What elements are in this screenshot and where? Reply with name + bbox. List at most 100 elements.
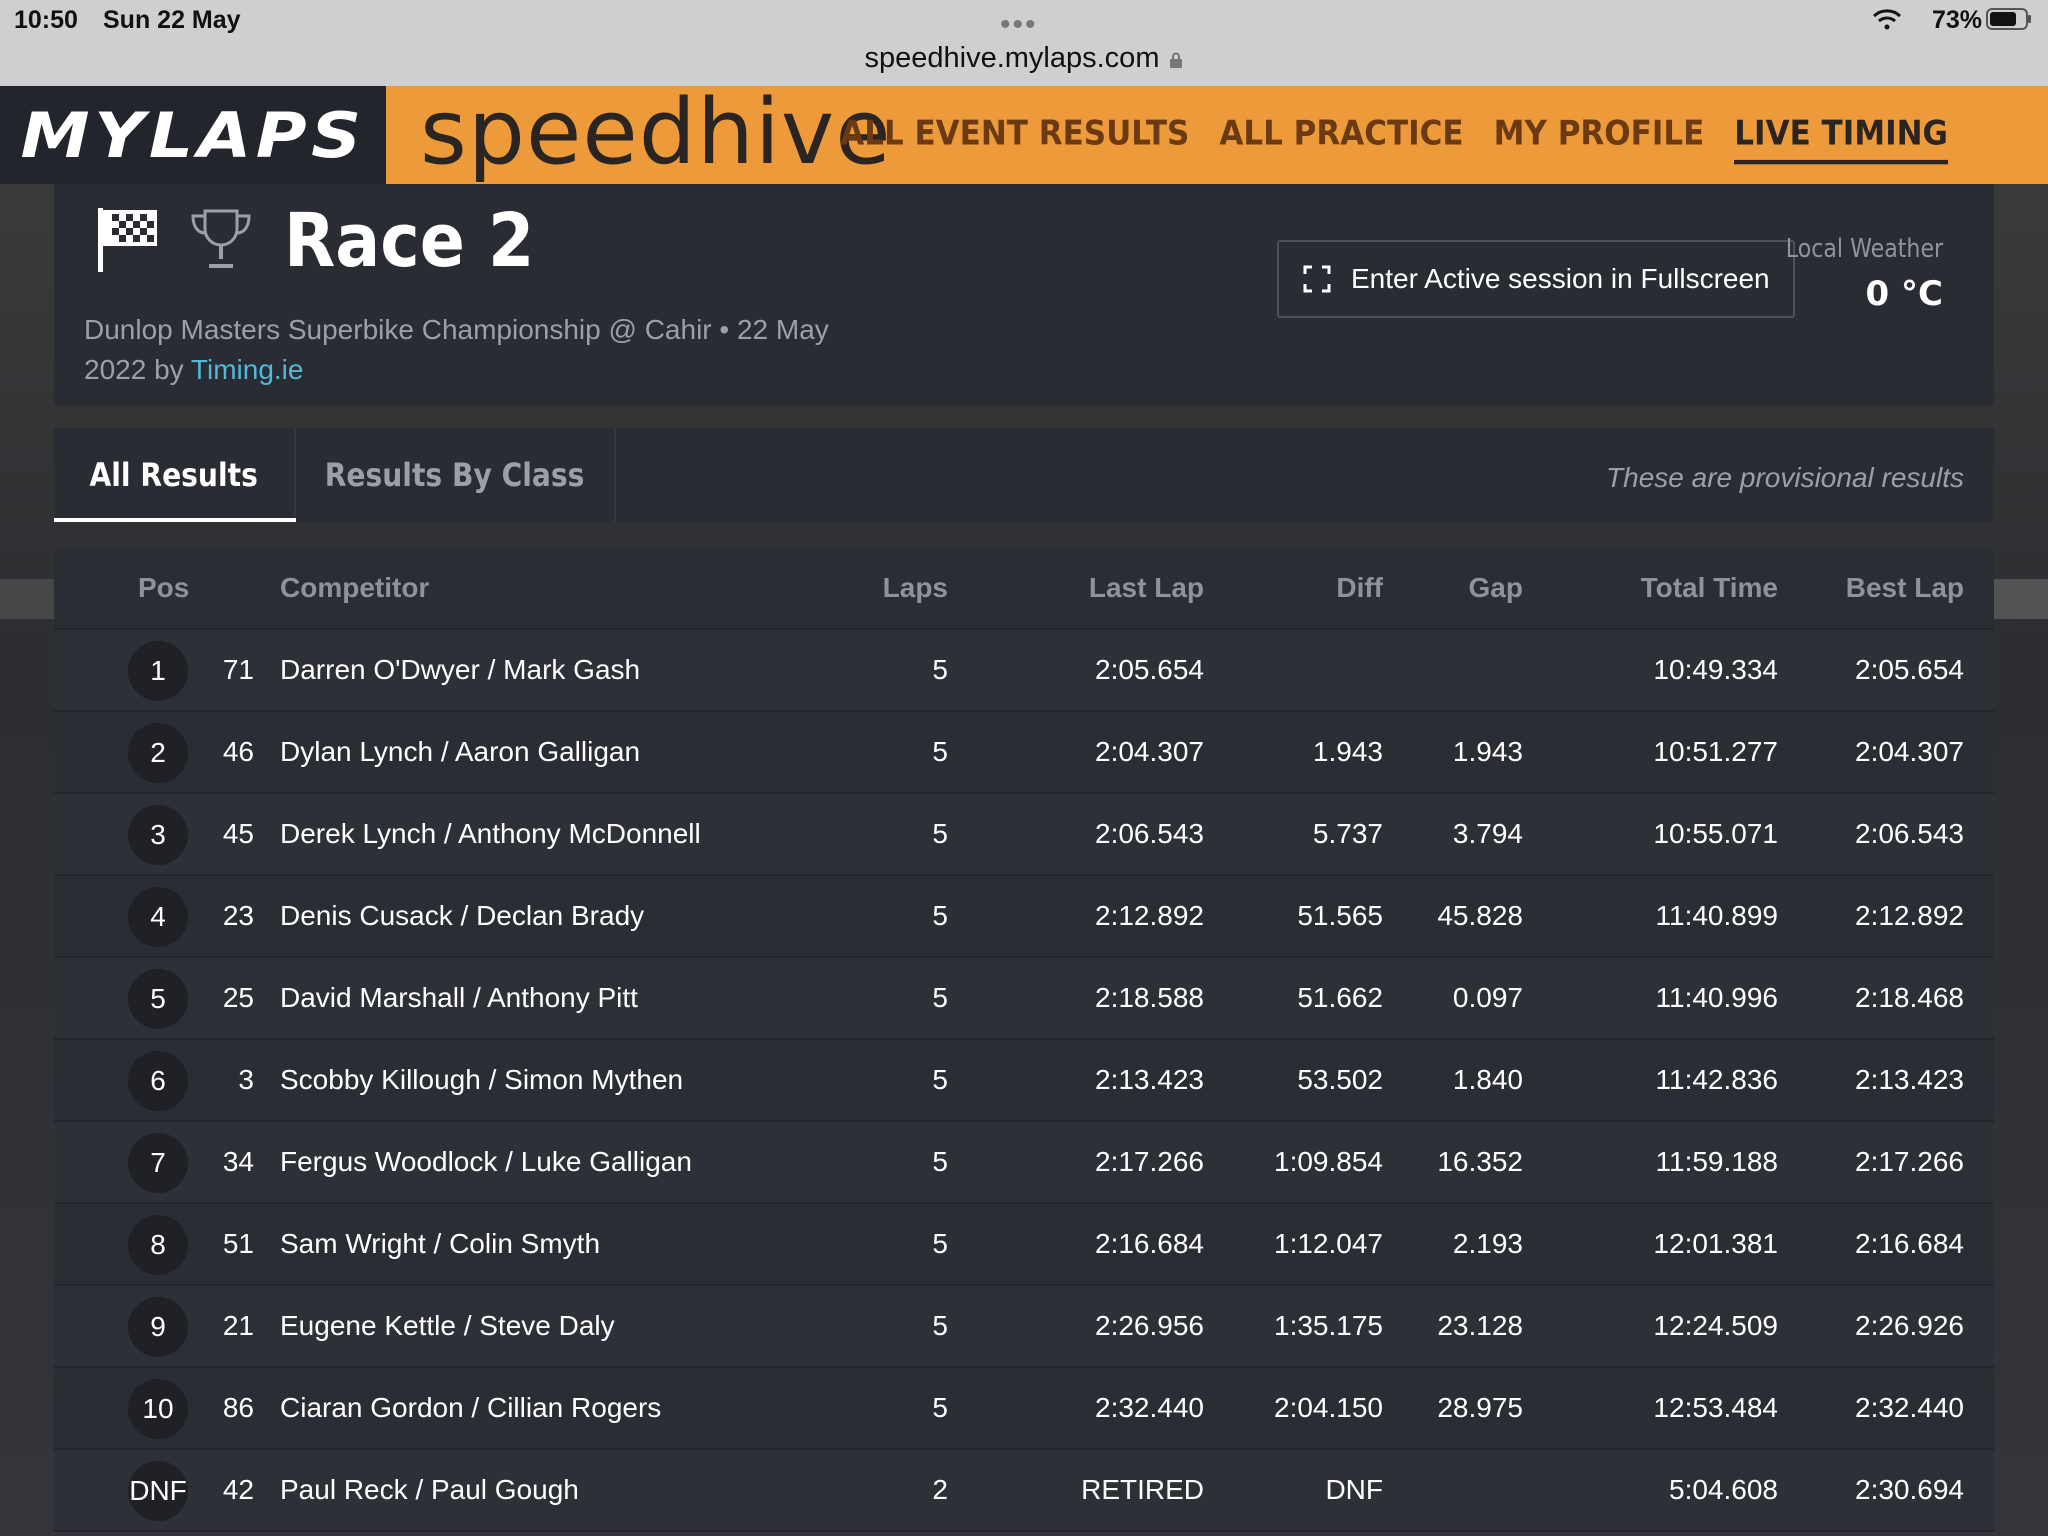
competitor-name[interactable]: Paul Reck / Paul Gough xyxy=(280,1474,579,1506)
gap-value: 45.828 xyxy=(1437,900,1523,931)
laps-value: 2 xyxy=(932,1474,948,1505)
fullscreen-button[interactable]: Enter Active session in Fullscreen xyxy=(1277,240,1795,318)
tab-all-results[interactable]: All Results xyxy=(54,428,296,522)
race-title: Race 2 xyxy=(284,198,535,284)
col-total-time[interactable]: Total Time xyxy=(1534,572,1778,604)
laps-value: 5 xyxy=(932,736,948,767)
gap-value: 1.840 xyxy=(1452,1064,1523,1095)
diff-value: 1.943 xyxy=(1312,736,1383,767)
nav-my-profile[interactable]: MY PROFILE xyxy=(1494,114,1705,165)
col-laps[interactable]: Laps xyxy=(794,572,948,604)
table-row[interactable]: 3 45 Derek Lynch / Anthony McDonnell 5 2… xyxy=(54,794,1994,876)
nav-live-timing[interactable]: LIVE TIMING xyxy=(1734,114,1948,165)
last-lap-value: 2:06.543 xyxy=(1095,818,1204,849)
last-lap-value: RETIRED xyxy=(1081,1474,1204,1505)
competitor-name[interactable]: Darren O'Dwyer / Mark Gash xyxy=(280,654,640,686)
last-lap-value: 2:13.423 xyxy=(1095,1064,1204,1095)
table-row[interactable]: 10 86 Ciaran Gordon / Cillian Rogers 5 2… xyxy=(54,1368,1994,1450)
total-time-value: 10:51.277 xyxy=(1653,736,1778,767)
position-badge: 1 xyxy=(128,641,188,701)
address-bar[interactable]: speedhive.mylaps.com xyxy=(0,42,2048,75)
diff-value: 53.502 xyxy=(1297,1064,1383,1095)
race-subtitle-line2: 2022 by xyxy=(84,354,191,385)
status-date: Sun 22 May xyxy=(103,6,241,34)
wifi-icon xyxy=(1872,9,1902,30)
competitor-name[interactable]: Derek Lynch / Anthony McDonnell xyxy=(280,818,701,850)
last-lap-value: 2:18.588 xyxy=(1095,982,1204,1013)
competitor-name[interactable]: Scobby Killough / Simon Mythen xyxy=(280,1064,683,1096)
col-gap[interactable]: Gap xyxy=(1394,572,1523,604)
total-time-value: 11:42.836 xyxy=(1655,1064,1779,1095)
laps-value: 5 xyxy=(932,900,948,931)
tab-results-by-class[interactable]: Results By Class xyxy=(296,428,616,522)
position-badge: 8 xyxy=(128,1215,188,1275)
diff-value: DNF xyxy=(1325,1474,1383,1505)
best-lap-value: 2:06.543 xyxy=(1855,818,1964,849)
laps-value: 5 xyxy=(932,1392,948,1423)
table-row[interactable]: 5 25 David Marshall / Anthony Pitt 5 2:1… xyxy=(54,958,1994,1040)
table-row[interactable]: DNF 42 Paul Reck / Paul Gough 2 RETIRED … xyxy=(54,1450,1994,1532)
diff-value: 1:09.854 xyxy=(1274,1146,1383,1177)
position-badge: 7 xyxy=(128,1133,188,1193)
provisional-note: These are provisional results xyxy=(1606,462,1964,493)
competitor-number: 45 xyxy=(222,818,254,849)
more-dots-icon[interactable]: ••• xyxy=(1000,8,1038,42)
competitor-name[interactable]: Eugene Kettle / Steve Daly xyxy=(280,1310,615,1342)
gap-value: 23.128 xyxy=(1437,1310,1523,1341)
lock-icon xyxy=(1170,52,1183,68)
table-body: 1 71 Darren O'Dwyer / Mark Gash 5 2:05.6… xyxy=(54,630,1994,1532)
nav-all-event-results[interactable]: ALL EVENT RESULTS xyxy=(840,114,1189,165)
main-nav: ALL EVENT RESULTS ALL PRACTICE MY PROFIL… xyxy=(840,114,1948,165)
col-diff[interactable]: Diff xyxy=(1214,572,1383,604)
competitor-name[interactable]: Fergus Woodlock / Luke Galligan xyxy=(280,1146,692,1178)
competitor-name[interactable]: Sam Wright / Colin Smyth xyxy=(280,1228,600,1260)
col-competitor[interactable]: Competitor xyxy=(280,572,429,604)
diff-value: 2:04.150 xyxy=(1274,1392,1383,1423)
race-subtitle: Dunlop Masters Superbike Championship @ … xyxy=(84,310,884,390)
competitor-name[interactable]: Ciaran Gordon / Cillian Rogers xyxy=(280,1392,661,1424)
speedhive-brand[interactable]: speedhive xyxy=(420,80,892,185)
col-last-lap[interactable]: Last Lap xyxy=(954,572,1204,604)
table-row[interactable]: 7 34 Fergus Woodlock / Luke Galligan 5 2… xyxy=(54,1122,1994,1204)
table-row[interactable]: 2 46 Dylan Lynch / Aaron Galligan 5 2:04… xyxy=(54,712,1994,794)
table-row[interactable]: 9 21 Eugene Kettle / Steve Daly 5 2:26.9… xyxy=(54,1286,1994,1368)
fullscreen-icon xyxy=(1303,265,1331,293)
competitor-number: 86 xyxy=(222,1392,254,1423)
table-row[interactable]: 8 51 Sam Wright / Colin Smyth 5 2:16.684… xyxy=(54,1204,1994,1286)
position-badge: 3 xyxy=(128,805,188,865)
status-bar: 10:50 Sun 22 May ••• speedhive.mylaps.co… xyxy=(0,0,2048,86)
position-badge: DNF xyxy=(128,1461,188,1521)
last-lap-value: 2:26.956 xyxy=(1095,1310,1204,1341)
position-badge: 2 xyxy=(128,723,188,783)
diff-value: 5.737 xyxy=(1312,818,1383,849)
nav-all-practice[interactable]: ALL PRACTICE xyxy=(1219,114,1463,165)
total-time-value: 11:40.996 xyxy=(1655,982,1779,1013)
total-time-value: 10:49.334 xyxy=(1653,654,1778,685)
table-row[interactable]: 4 23 Denis Cusack / Declan Brady 5 2:12.… xyxy=(54,876,1994,958)
gap-value: 0.097 xyxy=(1452,982,1523,1013)
col-pos[interactable]: Pos xyxy=(138,572,189,604)
laps-value: 5 xyxy=(932,1228,948,1259)
organizer-link[interactable]: Timing.ie xyxy=(191,354,304,385)
table-row[interactable]: 6 3 Scobby Killough / Simon Mythen 5 2:1… xyxy=(54,1040,1994,1122)
best-lap-value: 2:30.694 xyxy=(1855,1474,1964,1505)
competitor-name[interactable]: Dylan Lynch / Aaron Galligan xyxy=(280,736,640,768)
best-lap-value: 2:13.423 xyxy=(1855,1064,1964,1095)
laps-value: 5 xyxy=(932,818,948,849)
mylaps-logo[interactable]: MYLAPS xyxy=(0,86,386,184)
col-best-lap[interactable]: Best Lap xyxy=(1784,572,1964,604)
best-lap-value: 2:18.468 xyxy=(1855,982,1964,1013)
competitor-name[interactable]: Denis Cusack / Declan Brady xyxy=(280,900,644,932)
competitor-number: 3 xyxy=(238,1064,254,1095)
last-lap-value: 2:16.684 xyxy=(1095,1228,1204,1259)
laps-value: 5 xyxy=(932,1146,948,1177)
trophy-icon xyxy=(191,209,251,268)
diff-value: 1:35.175 xyxy=(1274,1310,1383,1341)
battery-percent: 73% xyxy=(1931,6,1982,34)
table-row[interactable]: 1 71 Darren O'Dwyer / Mark Gash 5 2:05.6… xyxy=(54,630,1994,712)
gap-value: 28.975 xyxy=(1437,1392,1523,1423)
competitor-name[interactable]: David Marshall / Anthony Pitt xyxy=(280,982,638,1014)
total-time-value: 12:01.381 xyxy=(1653,1228,1778,1259)
table-header: Pos Competitor Laps Last Lap Diff Gap To… xyxy=(54,550,1994,630)
tab-results-by-class-label: Results By Class xyxy=(325,456,585,494)
